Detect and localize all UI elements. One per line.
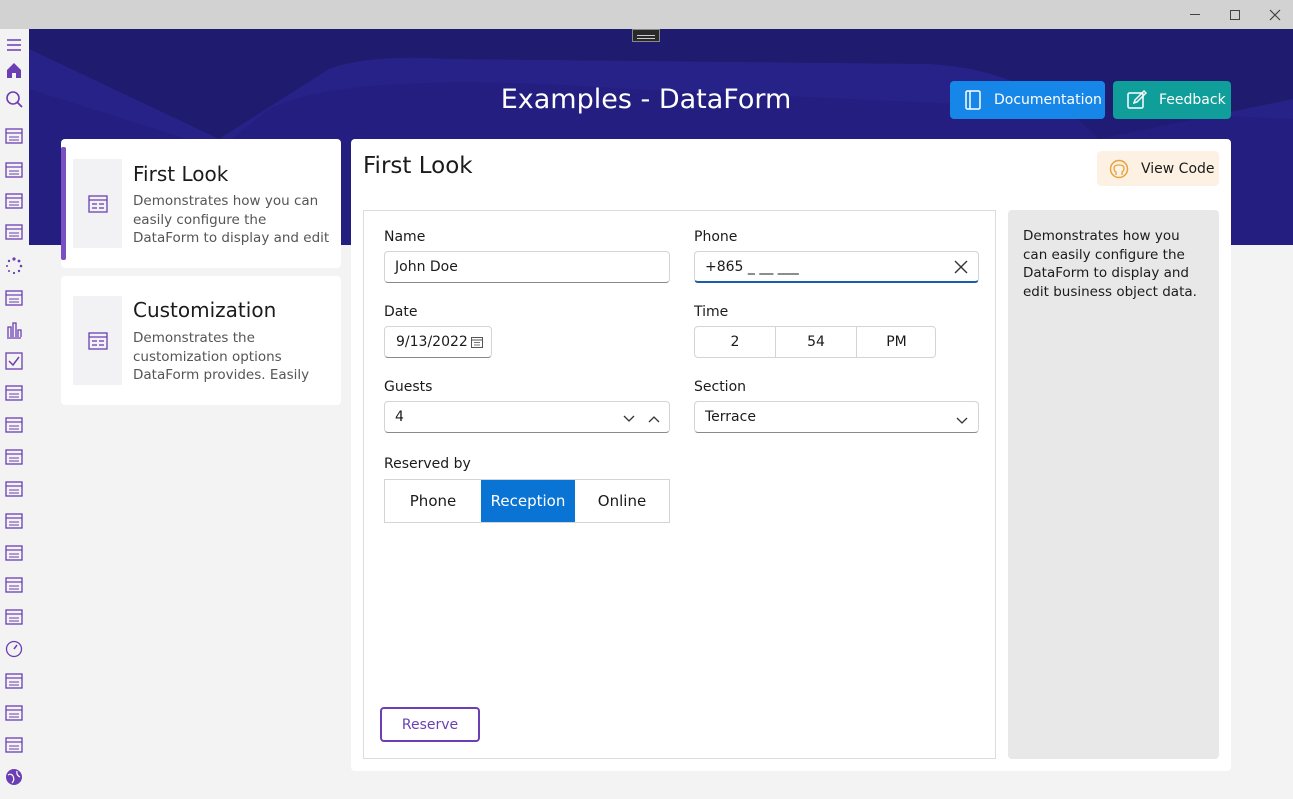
dataform-icon	[73, 296, 122, 385]
view-code-label: View Code	[1141, 160, 1215, 177]
feedback-button[interactable]: Feedback	[1113, 81, 1231, 119]
example-title: First Look	[133, 162, 229, 186]
time-picker[interactable]: 2 54 PM	[694, 326, 936, 358]
navigationview-icon[interactable]	[4, 703, 24, 723]
time-minute[interactable]: 54	[776, 327, 857, 357]
example-panel-title: First Look	[363, 153, 473, 179]
busy-indicator-icon[interactable]	[4, 256, 24, 276]
autocomplete-icon[interactable]	[4, 126, 24, 146]
clear-icon[interactable]	[954, 260, 968, 278]
name-label: Name	[384, 229, 426, 245]
example-card-customization[interactable]: Customization Demonstrates the customiza…	[61, 276, 341, 405]
documentation-label: Documentation	[994, 92, 1102, 108]
chevron-up-icon[interactable]	[648, 411, 660, 427]
view-code-button[interactable]: View Code	[1097, 151, 1219, 186]
listview-icon[interactable]	[4, 671, 24, 691]
chart-icon[interactable]	[4, 320, 24, 340]
guests-value: 4	[395, 409, 404, 425]
hamburger-menu-icon[interactable]	[4, 35, 24, 55]
badge-icon[interactable]	[4, 160, 24, 180]
dockinglayout-icon[interactable]	[4, 543, 24, 563]
feedback-label: Feedback	[1159, 92, 1226, 108]
date-label: Date	[384, 304, 418, 320]
datagrid-icon[interactable]	[4, 447, 24, 467]
example-description: Demonstrates how you can easily configur…	[133, 193, 330, 246]
reserved-by-segmented-control: Phone Reception Online	[384, 479, 670, 523]
close-icon[interactable]	[1255, 0, 1293, 29]
example-description: Demonstrates the customization options D…	[133, 330, 310, 383]
time-ampm[interactable]: PM	[857, 327, 936, 357]
collectionview-icon[interactable]	[4, 383, 24, 403]
name-value: John Doe	[395, 259, 458, 275]
border-icon[interactable]	[4, 222, 24, 242]
expander-icon[interactable]	[4, 607, 24, 627]
dataform-icon	[73, 159, 122, 248]
documentation-button[interactable]: Documentation	[950, 81, 1105, 119]
home-icon[interactable]	[4, 60, 24, 80]
checkbox-icon[interactable]	[4, 351, 24, 371]
chevron-down-icon[interactable]	[956, 413, 968, 429]
reserve-button[interactable]: Reserve	[380, 707, 480, 742]
phone-label: Phone	[694, 229, 738, 245]
example-title: Customization	[133, 298, 277, 322]
time-hour[interactable]: 2	[695, 327, 776, 357]
minimize-icon[interactable]	[1175, 0, 1215, 29]
date-picker[interactable]: 9/13/2022	[384, 326, 492, 358]
edit-icon	[1127, 90, 1147, 109]
chevron-down-icon[interactable]	[623, 411, 635, 427]
example-description-panel: Demonstrates how you can easily configur…	[1008, 210, 1219, 759]
phone-input[interactable]: +865 _ __ ___	[694, 251, 979, 283]
navigation-sidebar	[0, 29, 29, 799]
dataform: Name John Doe Phone +865 _ __ ___ Date 9…	[363, 210, 996, 759]
entry-icon[interactable]	[4, 575, 24, 595]
book-icon	[965, 90, 981, 110]
date-value: 9/13/2022	[396, 334, 468, 350]
guests-numeric-input[interactable]: 4	[384, 401, 670, 433]
time-label: Time	[694, 304, 729, 320]
section-label: Section	[694, 379, 747, 395]
name-input[interactable]: John Doe	[384, 251, 670, 283]
segment-online[interactable]: Online	[575, 480, 669, 522]
dataform-icon[interactable]	[4, 415, 24, 435]
reserved-by-label: Reserved by	[384, 456, 471, 472]
window-title-bar	[0, 0, 1293, 29]
phone-value: +865 _ __ ___	[705, 258, 799, 275]
calendar-icon[interactable]	[471, 336, 483, 352]
segment-phone[interactable]: Phone	[385, 480, 481, 522]
button-icon[interactable]	[4, 288, 24, 308]
gauge-icon[interactable]	[4, 639, 24, 659]
selection-indicator	[61, 147, 66, 260]
example-panel: First Look View Code Name John Doe Phone…	[351, 139, 1231, 771]
drag-handle-icon[interactable]	[632, 29, 660, 42]
dataform-grid-icon[interactable]	[4, 479, 24, 499]
barcode-icon[interactable]	[4, 191, 24, 211]
segment-reception[interactable]: Reception	[481, 480, 575, 522]
example-description-text: Demonstrates how you can easily configur…	[1023, 228, 1197, 300]
listpicker-icon[interactable]	[4, 735, 24, 755]
maximize-icon[interactable]	[1215, 0, 1255, 29]
guests-label: Guests	[384, 379, 433, 395]
globe-icon[interactable]	[4, 767, 24, 787]
section-value: Terrace	[705, 409, 756, 425]
github-icon	[1109, 159, 1129, 178]
section-combobox[interactable]: Terrace	[694, 401, 979, 433]
datetimepicker-icon[interactable]	[4, 511, 24, 531]
example-card-first-look[interactable]: First Look Demonstrates how you can easi…	[61, 139, 341, 268]
search-icon[interactable]	[4, 89, 24, 109]
